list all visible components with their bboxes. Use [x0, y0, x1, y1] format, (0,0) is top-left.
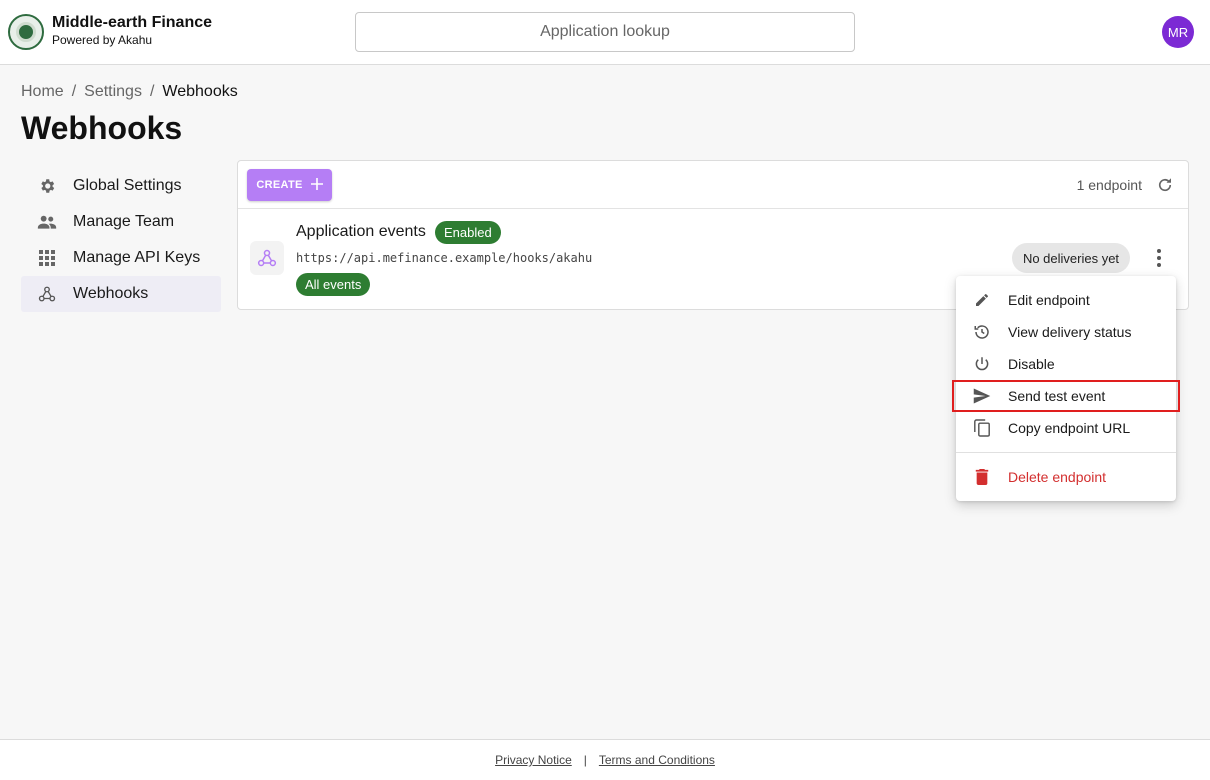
- more-options-icon[interactable]: [1150, 247, 1168, 269]
- people-icon: [37, 212, 57, 232]
- panel-toolbar: CREATE 1 endpoint: [238, 161, 1188, 209]
- endpoint-url: https://api.mefinance.example/hooks/akah…: [296, 251, 593, 265]
- endpoint-name: Application events: [296, 223, 426, 240]
- trash-icon: [972, 467, 992, 487]
- pencil-icon: [972, 290, 992, 310]
- endpoint-count: 1 endpoint: [1076, 177, 1142, 193]
- sidebar-item-label: Webhooks: [73, 285, 149, 302]
- grid-icon: [37, 248, 57, 268]
- brand-subtitle: Powered by Akahu: [52, 33, 153, 47]
- breadcrumb-webhooks: Webhooks: [162, 83, 238, 100]
- copy-icon: [972, 418, 992, 438]
- breadcrumb: Home / Settings / Webhooks: [21, 83, 238, 101]
- delivery-status-pill: No deliveries yet: [1012, 243, 1130, 273]
- breadcrumb-separator: /: [149, 83, 155, 100]
- power-icon: [972, 354, 992, 374]
- sidebar-item-label: Global Settings: [73, 177, 182, 194]
- menu-divider: [956, 452, 1176, 453]
- send-icon: [972, 386, 992, 406]
- endpoint-actions-menu: Edit endpoint View delivery status Disab…: [952, 276, 1180, 501]
- menu-item-disable[interactable]: Disable: [956, 348, 1176, 380]
- user-avatar[interactable]: MR: [1162, 16, 1194, 48]
- breadcrumb-separator: /: [71, 83, 77, 100]
- events-badge: All events: [296, 273, 371, 296]
- menu-item-label: Delete endpoint: [1008, 469, 1107, 485]
- menu-item-label: Disable: [1008, 356, 1055, 372]
- sidebar-item-manage-api-keys[interactable]: Manage API Keys: [21, 240, 221, 276]
- menu-item-label: Edit endpoint: [1008, 292, 1090, 308]
- page-title: Webhooks: [21, 110, 183, 146]
- sidebar-item-global-settings[interactable]: Global Settings: [21, 168, 221, 204]
- settings-sidebar: Global Settings Manage Team Manage API K…: [21, 168, 221, 312]
- brand-logo[interactable]: [8, 14, 44, 50]
- menu-item-send-test-event[interactable]: Send test event: [952, 380, 1180, 412]
- gear-icon: [37, 176, 57, 196]
- menu-item-view-delivery-status[interactable]: View delivery status: [956, 316, 1176, 348]
- breadcrumb-home[interactable]: Home: [21, 83, 64, 101]
- menu-item-edit-endpoint[interactable]: Edit endpoint: [956, 284, 1176, 316]
- plus-icon: [310, 177, 323, 193]
- page-footer: Privacy Notice | Terms and Conditions: [0, 739, 1210, 780]
- brand-title: Middle-earth Finance: [52, 14, 213, 31]
- menu-item-delete-endpoint[interactable]: Delete endpoint: [956, 461, 1176, 493]
- menu-item-label: View delivery status: [1008, 324, 1132, 340]
- create-button[interactable]: CREATE: [247, 169, 332, 201]
- webhook-icon: [250, 241, 284, 275]
- status-badge: Enabled: [435, 221, 501, 244]
- breadcrumb-settings[interactable]: Settings: [84, 83, 142, 101]
- menu-item-label: Send test event: [1008, 388, 1106, 404]
- application-lookup-input[interactable]: [355, 12, 855, 52]
- webhook-icon: [37, 284, 57, 304]
- refresh-icon[interactable]: [1156, 176, 1174, 194]
- footer-separator: |: [583, 753, 587, 767]
- sidebar-item-webhooks[interactable]: Webhooks: [21, 276, 221, 312]
- privacy-notice-link[interactable]: Privacy Notice: [495, 753, 572, 767]
- top-header: Middle-earth Finance Powered by Akahu MR: [0, 0, 1210, 65]
- menu-item-label: Copy endpoint URL: [1008, 420, 1131, 436]
- sidebar-item-manage-team[interactable]: Manage Team: [21, 204, 221, 240]
- create-button-label: CREATE: [256, 179, 303, 191]
- sidebar-item-label: Manage Team: [73, 213, 175, 230]
- terms-and-conditions-link[interactable]: Terms and Conditions: [599, 753, 715, 767]
- menu-item-copy-endpoint-url[interactable]: Copy endpoint URL: [956, 412, 1176, 444]
- history-icon: [972, 322, 992, 342]
- sidebar-item-label: Manage API Keys: [73, 249, 201, 266]
